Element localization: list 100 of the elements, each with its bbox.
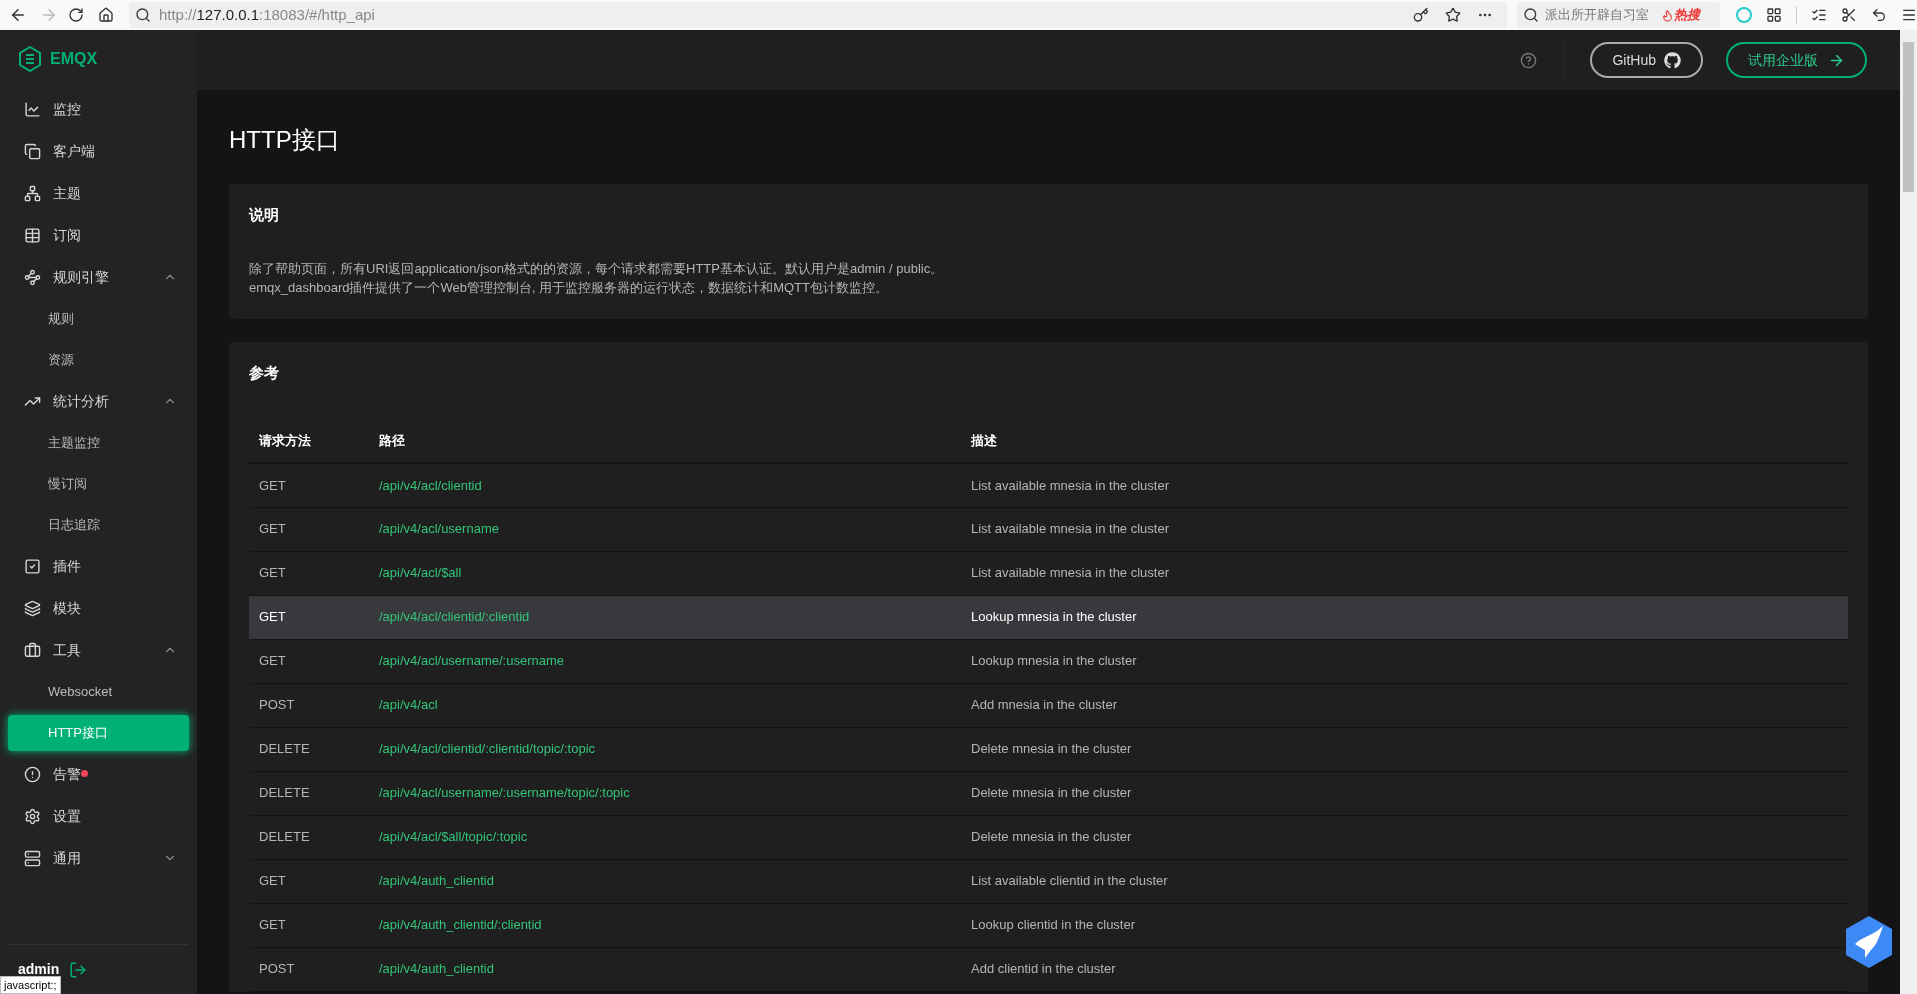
description-cell: Delete mnesia in the cluster [961,727,1848,771]
menu-icon [1901,7,1917,23]
nav-item[interactable]: 订阅 [0,214,197,256]
nav-label: 通用 [53,848,81,868]
path-cell: /api/v4/acl/username/:username/topic/:topic [369,771,961,815]
checkbox-icon [24,557,41,575]
toolbox-icon [24,641,41,659]
path-cell: /api/v4/acl/clientid/:clientid/topic/:topic [369,727,961,771]
path-cell: /api/v4/acl/clientid [369,463,961,507]
nav-label: 主题 [53,183,81,203]
hierarchy-icon [24,184,41,202]
nav-item[interactable]: 客户端 [0,130,197,172]
method-cell: GET [249,463,369,507]
page-title: HTTP接口 [229,125,341,155]
url-text: http://127.0.0.1:18083/#/http_api [158,4,375,25]
method-cell: GET [249,903,369,947]
path-cell: /api/v4/acl/$all/topic/:topic [369,815,961,859]
server-icon [24,849,41,867]
method-cell: GET [249,639,369,683]
hot-search-label[interactable]: 热搜 [1660,5,1700,25]
layers-icon [24,599,41,617]
nav-subitem[interactable]: 规则 [8,300,189,337]
enterprise-trial-button[interactable]: 试用企业版 [1726,42,1867,78]
path-cell: /api/v4/acl/username/:username [369,639,961,683]
description-cell: Lookup mnesia in the cluster [961,595,1848,639]
nav-label: 订阅 [53,225,81,245]
path-cell: /api/v4/auth_clientid/:clientid [369,903,961,947]
nav-item[interactable]: 工具 [0,629,197,671]
browser-search-field[interactable]: 派出所开辟自习室 热搜 [1516,2,1720,28]
nav-item[interactable]: 模块 [0,587,197,629]
card-title: 参考 [249,362,280,383]
nodes-icon [24,268,41,286]
table-row[interactable]: GET /api/v4/auth_clientid List available clientid in the cluster [249,859,1848,903]
nav-item[interactable]: 设置 [0,795,197,837]
scissors-icon [1841,7,1857,23]
description-cell: Lookup clientid in the cluster [961,903,1848,947]
description-cell: List available clientid in the cluster [961,859,1848,903]
chart-icon [24,100,41,118]
github-button[interactable]: GitHub [1590,42,1703,78]
nav-label: 工具 [53,640,81,660]
intro-text: emqx_dashboard插件提供了一个Web管理控制台, 用于监控服务器的运行状态，数据统计和MQTT包计数监控。 [249,278,889,297]
table-row[interactable]: POST /api/v4/auth_clientid Add clientid in the cluster [249,947,1848,991]
table-row[interactable]: GET /api/v4/acl/$all List available mnesia in the cluster [249,551,1848,595]
method-cell: GET [249,859,369,903]
github-icon [1664,51,1681,69]
nav-subitem[interactable]: 慢订阅 [8,465,189,502]
alert-icon [24,765,41,783]
nav-item[interactable]: 通用 [0,837,197,879]
method-cell: GET [249,595,369,639]
grid-icon [1766,7,1782,23]
undo-icon [1871,7,1887,23]
column-header: 描述 [961,419,1848,463]
table-row[interactable]: POST /api/v4/acl Add mnesia in the cluster [249,683,1848,727]
path-cell: /api/v4/acl [369,683,961,727]
method-cell: DELETE [249,771,369,815]
help-icon[interactable] [1520,51,1538,69]
path-cell: /api/v4/auth_clientid [369,947,961,991]
address-bar[interactable]: http://127.0.0.1:18083/#/http_api [128,2,1507,28]
description-cell: Delete mnesia in the cluster [961,771,1848,815]
table-row[interactable]: GET /api/v4/acl/username List available mnesia in the cluster [249,507,1848,551]
nav-label: 插件 [53,556,81,576]
description-cell: Lookup mnesia in the cluster [961,639,1848,683]
nav-item[interactable]: 规则引擎 [0,256,197,298]
nav-label: 设置 [53,806,81,826]
path-cell: /api/v4/acl/username [369,507,961,551]
nav-item[interactable]: 告警 [0,753,197,795]
method-cell: DELETE [249,815,369,859]
nav-subitem[interactable]: 日志追踪 [8,506,189,543]
method-cell: POST [249,947,369,991]
nav-item[interactable]: 监控 [0,88,197,130]
nav-subitem[interactable]: 资源 [8,341,189,378]
key-icon [1412,7,1429,23]
description-cell: Delete mnesia in the cluster [961,815,1848,859]
card-title: 说明 [249,205,280,225]
description-cell: List available mnesia in the cluster [961,507,1848,551]
table-row[interactable]: GET /api/v4/auth_clientid/:clientid Lookup clientid in the cluster [249,903,1848,947]
path-cell: /api/v4/auth_clientid [369,859,961,903]
nav-subitem[interactable]: 主题监控 [8,424,189,461]
table-row[interactable]: GET /api/v4/acl/clientid List available mnesia in the cluster [249,463,1848,507]
search-icon [134,7,151,23]
settings-icon [24,807,41,825]
nav-item[interactable]: 统计分析 [0,380,197,422]
nav-label: 统计分析 [53,391,109,411]
method-cell: DELETE [249,727,369,771]
nav-label: 模块 [53,598,81,618]
logout-icon[interactable] [69,960,88,979]
reload-icon [68,7,85,23]
path-cell: /api/v4/acl/clientid/:clientid [369,595,961,639]
method-cell: GET [249,507,369,551]
star-icon [1444,7,1461,23]
nav-subitem[interactable]: Websocket [8,673,189,710]
nav-item[interactable]: 主题 [0,172,197,214]
table-row[interactable]: DELETE /api/v4/acl/clientid/:clientid/topic/:topic Delete mnesia in the cluster [249,727,1848,771]
table-row[interactable]: DELETE /api/v4/acl/username/:username/topic/:topic Delete mnesia in the cluster [249,771,1848,815]
method-cell: GET [249,551,369,595]
nav-item[interactable]: 插件 [0,545,197,587]
flame-icon [1660,8,1674,22]
table-row[interactable]: DELETE /api/v4/acl/$all/topic/:topic Delete mnesia in the cluster [249,815,1848,859]
table-row[interactable]: GET /api/v4/acl/username/:username Lookup mnesia in the cluster [249,639,1848,683]
column-header: 请求方法 [249,419,369,463]
